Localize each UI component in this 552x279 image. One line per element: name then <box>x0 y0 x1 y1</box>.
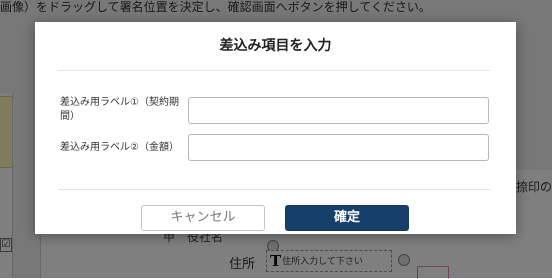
contract-period-input[interactable] <box>188 97 489 124</box>
divider <box>58 189 490 190</box>
label-contract-period: 差込み用ラベル①（契約期間） <box>60 97 179 122</box>
insert-items-dialog: 差込み項目を入力 差込み用ラベル①（契約期間） 差込み用ラベル②（金額） キャン… <box>35 22 516 234</box>
confirm-button[interactable]: 確定 <box>285 205 409 231</box>
amount-input[interactable] <box>188 134 489 161</box>
label-amount: 差込み用ラベル②（金額） <box>60 142 179 153</box>
divider <box>58 70 490 71</box>
cancel-button[interactable]: キャンセル <box>141 205 265 231</box>
dialog-title: 差込み項目を入力 <box>219 38 332 54</box>
